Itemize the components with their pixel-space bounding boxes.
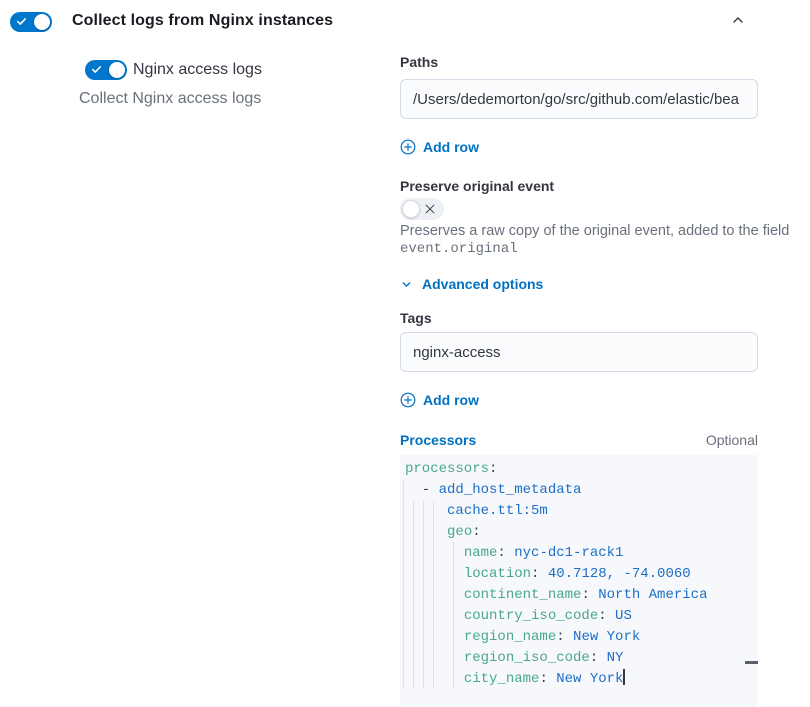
tags-input[interactable] [400, 332, 758, 372]
yaml-key: continent_name [464, 587, 582, 603]
paths-input[interactable] [400, 79, 758, 119]
add-row-label: Add row [423, 392, 479, 408]
check-icon [15, 15, 28, 33]
advanced-options-toggle[interactable]: Advanced options [400, 276, 543, 292]
yaml-punctuation [405, 545, 464, 561]
chevron-down-icon [400, 278, 413, 291]
tags-label: Tags [400, 310, 432, 326]
processors-optional-badge: Optional [706, 432, 758, 448]
yaml-value: add_host_metadata [439, 482, 582, 498]
yaml-punctuation: : [581, 587, 598, 603]
yaml-punctuation [405, 587, 464, 603]
switch-knob [109, 62, 125, 78]
collect-logs-toggle[interactable] [10, 12, 52, 32]
yaml-value: nyc-dc1-rack1 [514, 545, 623, 561]
yaml-punctuation [405, 650, 464, 666]
yaml-punctuation: - [405, 482, 439, 498]
yaml-value: US [615, 608, 632, 624]
yaml-punctuation: : [598, 608, 615, 624]
yaml-key: processors [405, 461, 489, 477]
yaml-value: cache.ttl:5m [447, 503, 548, 519]
collect-logs-panel: Collect logs from Nginx instances Nginx … [0, 0, 810, 707]
preserve-original-event-toggle[interactable] [400, 198, 444, 220]
preserve-original-event-label: Preserve original event [400, 178, 554, 194]
plus-circle-icon [400, 392, 416, 408]
code-line: cache.ttl:5m [405, 501, 707, 522]
code-line: name: nyc-dc1-rack1 [405, 543, 707, 564]
switch-knob [402, 200, 420, 218]
code-line: region_name: New York [405, 627, 707, 648]
yaml-punctuation [405, 566, 464, 582]
yaml-punctuation [405, 608, 464, 624]
yaml-key: city_name [464, 671, 540, 687]
yaml-key: region_name [464, 629, 556, 645]
code-line: region_iso_code: NY [405, 648, 707, 669]
yaml-value: North America [598, 587, 707, 603]
code-line: - add_host_metadata [405, 480, 707, 501]
preserve-help-text: Preserves a raw copy of the original eve… [400, 223, 789, 239]
advanced-options-label: Advanced options [422, 276, 543, 292]
yaml-punctuation: : [472, 524, 480, 540]
yaml-punctuation [405, 671, 464, 687]
yaml-value: New York [556, 671, 623, 687]
yaml-punctuation: : [497, 545, 514, 561]
plus-circle-icon [400, 139, 416, 155]
yaml-value: New York [573, 629, 640, 645]
yaml-punctuation: : [531, 566, 548, 582]
editor-resize-handle[interactable] [745, 661, 758, 664]
yaml-key: region_iso_code [464, 650, 590, 666]
nginx-access-logs-toggle[interactable] [85, 60, 127, 80]
yaml-key: country_iso_code [464, 608, 598, 624]
yaml-punctuation: : [539, 671, 556, 687]
preserve-help-code: event.original [400, 241, 518, 257]
yaml-punctuation [405, 524, 447, 540]
processors-code-editor[interactable]: processors: - add_host_metadata cache.tt… [400, 455, 758, 707]
text-caret [623, 669, 625, 685]
add-row-label: Add row [423, 139, 479, 155]
yaml-key: location [464, 566, 531, 582]
switch-knob [34, 14, 50, 30]
stream-toggle-label: Nginx access logs [133, 61, 262, 79]
yaml-punctuation: : [489, 461, 497, 477]
yaml-punctuation: : [590, 650, 607, 666]
yaml-code: processors: - add_host_metadata cache.tt… [405, 459, 707, 690]
yaml-punctuation [405, 629, 464, 645]
indent-guide [403, 480, 404, 688]
stream-description: Collect Nginx access logs [79, 90, 261, 108]
processors-label-link[interactable]: Processors [400, 432, 476, 448]
panel-title: Collect logs from Nginx instances [72, 12, 333, 30]
code-line: processors: [405, 459, 707, 480]
yaml-key: name [464, 545, 498, 561]
yaml-punctuation: : [556, 629, 573, 645]
paths-label: Paths [400, 54, 438, 70]
paths-add-row-button[interactable]: Add row [400, 139, 479, 155]
yaml-value: 40.7128, -74.0060 [548, 566, 691, 582]
tags-add-row-button[interactable]: Add row [400, 392, 479, 408]
yaml-key: geo [447, 524, 472, 540]
stream-settings-column: Paths Add row Preserve original event Pr… [400, 0, 758, 707]
code-line: geo: [405, 522, 707, 543]
code-line: continent_name: North America [405, 585, 707, 606]
code-line: country_iso_code: US [405, 606, 707, 627]
yaml-punctuation [405, 503, 447, 519]
yaml-value: NY [607, 650, 624, 666]
code-line: location: 40.7128, -74.0060 [405, 564, 707, 585]
cross-icon [423, 202, 437, 221]
check-icon [90, 63, 103, 81]
code-line: city_name: New York [405, 669, 707, 690]
